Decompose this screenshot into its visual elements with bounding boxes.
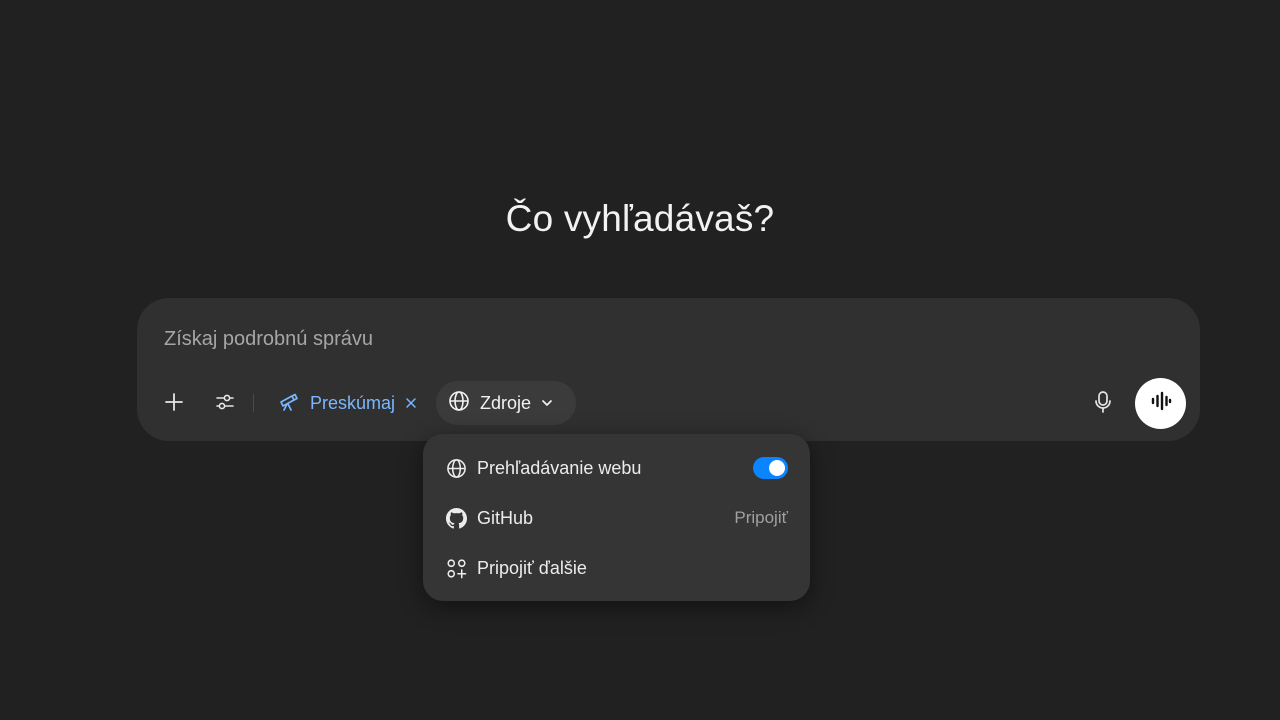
menu-item-label: GitHub (477, 507, 534, 528)
prompt-input[interactable] (164, 324, 1064, 354)
apps-plus-icon (445, 557, 467, 579)
page-title: Čo vyhľadávaš? (505, 198, 775, 239)
web-search-toggle[interactable] (753, 457, 788, 479)
composer: Preskúmaj Zdr (137, 298, 1200, 441)
microphone-icon (1092, 390, 1114, 414)
tools-button[interactable] (205, 382, 245, 422)
sources-dropdown-button[interactable]: Zdroje (436, 381, 576, 425)
toolbar-divider (253, 394, 254, 412)
voice-mode-button[interactable] (1135, 378, 1186, 429)
plus-icon (164, 392, 184, 412)
waveform-icon (1150, 390, 1172, 417)
github-connect-link[interactable]: Pripojiť (734, 508, 788, 528)
menu-item-label: Pripojiť ďalšie (477, 557, 587, 578)
explore-label: Preskúmaj (310, 392, 396, 413)
toggle-knob (769, 460, 785, 476)
chevron-down-icon (540, 396, 554, 410)
telescope-icon (277, 389, 301, 418)
menu-item-github[interactable]: GitHub Pripojiť (423, 493, 810, 543)
close-icon (405, 393, 417, 414)
sliders-icon (214, 391, 236, 413)
globe-icon (448, 390, 470, 417)
sources-menu: Prehľadávanie webu GitHub Pripojiť Pripo… (423, 434, 810, 601)
add-button[interactable] (154, 382, 194, 422)
dictate-button[interactable] (1083, 382, 1123, 422)
page: Čo vyhľadávaš? Získaj podrobnú správu Pr… (0, 0, 1280, 720)
github-icon (445, 507, 467, 529)
composer-toolbar: Preskúmaj Zdroje (137, 378, 1200, 429)
menu-item-label: Prehľadávanie webu (477, 457, 642, 478)
menu-item-web-search[interactable]: Prehľadávanie webu (423, 443, 810, 493)
remove-explore-button[interactable] (403, 395, 419, 411)
sources-label: Zdroje (480, 392, 532, 413)
menu-item-connect-more[interactable]: Pripojiť ďalšie (423, 543, 810, 593)
explore-chip[interactable]: Preskúmaj (273, 381, 423, 425)
globe-icon (445, 457, 467, 479)
